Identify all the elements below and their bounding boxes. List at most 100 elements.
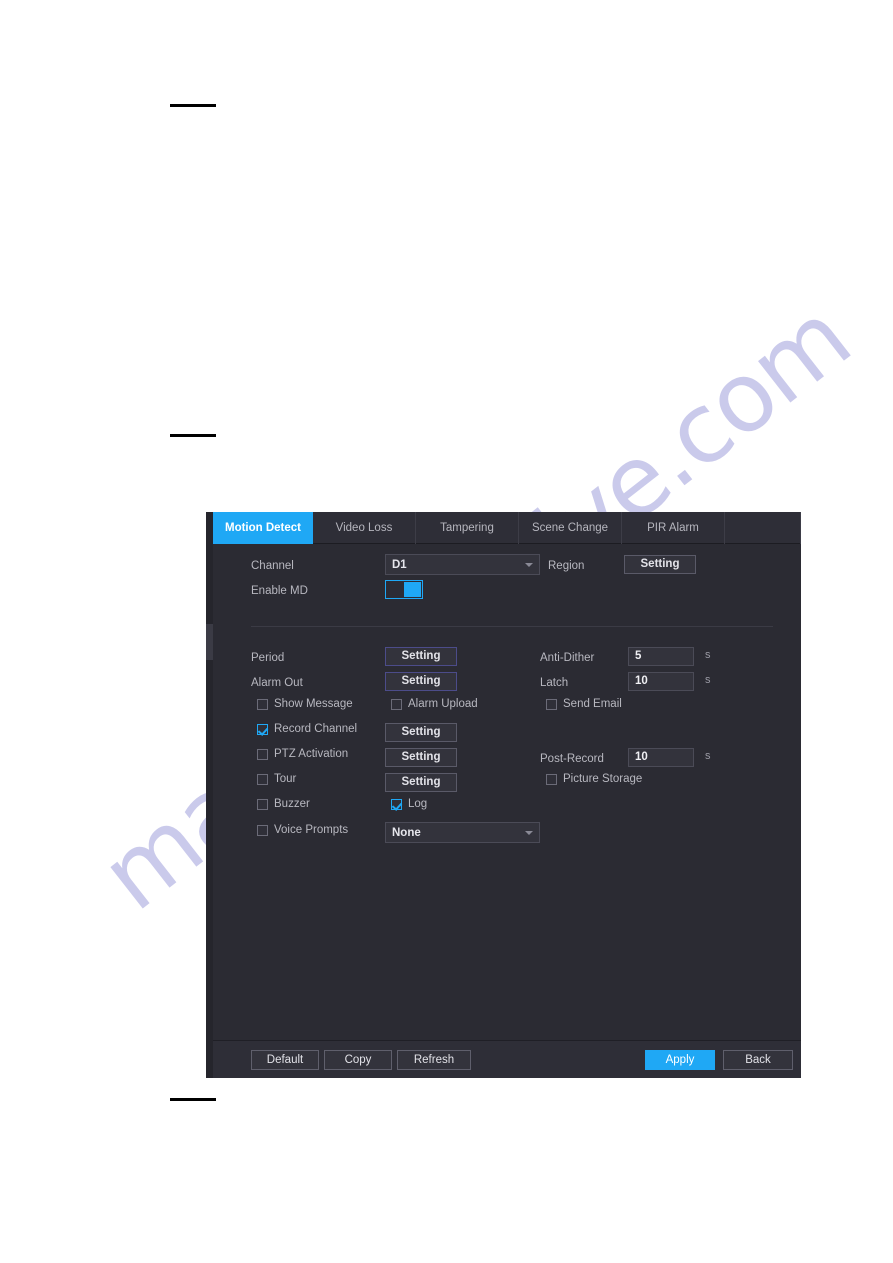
copy-button-label: Copy xyxy=(344,1054,372,1066)
refresh-button[interactable]: Refresh xyxy=(397,1050,471,1070)
anti-dither-unit: s xyxy=(705,649,711,661)
apply-button-label: Apply xyxy=(665,1054,695,1066)
record-channel-setting-label: Setting xyxy=(401,726,441,738)
anti-dither-label: Anti-Dither xyxy=(540,652,595,664)
region-setting-button[interactable]: Setting xyxy=(624,555,696,574)
checkbox-record-channel-label: Record Channel xyxy=(274,723,358,735)
section-divider xyxy=(251,626,773,627)
checkbox-box xyxy=(257,824,268,836)
checkbox-send-email[interactable]: Send Email xyxy=(546,698,622,710)
checkbox-picture-storage[interactable]: Picture Storage xyxy=(546,773,642,785)
post-record-value: 10 xyxy=(635,751,648,763)
checkbox-log[interactable]: Log xyxy=(391,798,427,810)
enable-md-row: Enable MD xyxy=(251,580,308,602)
sidebar-scroll-handle[interactable] xyxy=(206,624,213,660)
ptz-activation-setting-button[interactable]: Setting xyxy=(385,748,457,767)
alarm-out-setting-label: Setting xyxy=(401,675,441,687)
chevron-down-icon xyxy=(525,562,533,567)
anti-dither-input[interactable]: 5 xyxy=(628,647,694,666)
settings-panel: Channel D1 Region Setting Enable MD Peri… xyxy=(213,544,801,1040)
channel-select-value: D1 xyxy=(392,558,407,571)
period-setting-label: Setting xyxy=(401,650,441,662)
enable-md-label: Enable MD xyxy=(251,585,308,597)
checkbox-box xyxy=(257,698,268,710)
tab-motion-detect[interactable]: Motion Detect xyxy=(213,512,313,544)
latch-value: 10 xyxy=(635,675,648,687)
latch-row: Latch xyxy=(540,672,568,694)
period-label: Period xyxy=(251,652,285,664)
tab-tampering-label: Tampering xyxy=(440,522,494,534)
tab-scene-change[interactable]: Scene Change xyxy=(519,512,622,544)
voice-prompts-select[interactable]: None xyxy=(385,822,540,843)
alarm-out-setting-button[interactable]: Setting xyxy=(385,672,457,691)
period-setting-button[interactable]: Setting xyxy=(385,647,457,666)
region-row: Region xyxy=(548,555,584,577)
checkbox-record-channel[interactable]: Record Channel xyxy=(257,723,357,735)
tab-pir-alarm[interactable]: PIR Alarm xyxy=(622,512,725,544)
tab-bar-empty-slot xyxy=(725,512,801,544)
tab-scene-change-label: Scene Change xyxy=(531,522,609,534)
checkbox-tour[interactable]: Tour xyxy=(257,773,296,785)
chevron-down-icon xyxy=(525,830,533,835)
tour-setting-label: Setting xyxy=(401,776,441,788)
anti-dither-row: Anti-Dither xyxy=(540,647,594,669)
checkbox-voice-prompts[interactable]: Voice Prompts xyxy=(257,824,348,836)
back-button[interactable]: Back xyxy=(723,1050,793,1070)
record-channel-setting-button[interactable]: Setting xyxy=(385,723,457,742)
tab-video-loss-label: Video Loss xyxy=(335,522,393,534)
checkbox-voice-prompts-label: Voice Prompts xyxy=(274,824,349,836)
alarm-out-row: Alarm Out xyxy=(251,672,303,694)
post-record-unit: s xyxy=(705,750,711,762)
default-button-label: Default xyxy=(266,1054,304,1066)
default-button[interactable]: Default xyxy=(251,1050,319,1070)
copy-button[interactable]: Copy xyxy=(324,1050,392,1070)
redaction-rule-middle xyxy=(170,434,216,437)
tab-tampering[interactable]: Tampering xyxy=(416,512,519,544)
checkbox-alarm-upload-label: Alarm Upload xyxy=(408,698,478,710)
checkbox-alarm-upload[interactable]: Alarm Upload xyxy=(391,698,478,710)
region-label: Region xyxy=(548,560,585,572)
checkbox-show-message-label: Show Message xyxy=(274,698,353,710)
enable-md-toggle[interactable] xyxy=(385,580,423,599)
checkbox-box xyxy=(257,798,268,810)
region-setting-label: Setting xyxy=(640,558,680,570)
checkbox-box xyxy=(257,773,268,785)
back-button-label: Back xyxy=(745,1054,771,1066)
checkbox-ptz-activation[interactable]: PTZ Activation xyxy=(257,748,348,760)
channel-label: Channel xyxy=(251,560,294,572)
channel-row: Channel xyxy=(251,555,294,577)
checkbox-box xyxy=(391,698,402,710)
checkbox-show-message[interactable]: Show Message xyxy=(257,698,353,710)
checkbox-ptz-activation-label: PTZ Activation xyxy=(274,748,349,760)
refresh-button-label: Refresh xyxy=(413,1054,455,1066)
tour-setting-button[interactable]: Setting xyxy=(385,773,457,792)
dialog-footer: Default Copy Refresh Apply Back xyxy=(213,1040,801,1078)
apply-button[interactable]: Apply xyxy=(645,1050,715,1070)
checkbox-box xyxy=(391,798,402,810)
tab-bar: Motion Detect Video Loss Tampering Scene… xyxy=(213,512,801,544)
post-record-row: Post-Record xyxy=(540,748,604,770)
latch-unit: s xyxy=(705,674,711,686)
ptz-activation-setting-label: Setting xyxy=(401,751,441,763)
motion-detect-dialog: Motion Detect Video Loss Tampering Scene… xyxy=(206,512,801,1078)
anti-dither-value: 5 xyxy=(635,650,642,662)
tab-pir-alarm-label: PIR Alarm xyxy=(647,522,699,534)
post-record-input[interactable]: 10 xyxy=(628,748,694,767)
alarm-out-label: Alarm Out xyxy=(251,677,303,689)
checkbox-buzzer-label: Buzzer xyxy=(274,798,310,810)
redaction-rule-top xyxy=(170,104,216,107)
latch-label: Latch xyxy=(540,677,569,689)
checkbox-log-label: Log xyxy=(408,798,428,810)
voice-prompts-select-value: None xyxy=(392,826,421,839)
tab-video-loss[interactable]: Video Loss xyxy=(313,512,416,544)
latch-input[interactable]: 10 xyxy=(628,672,694,691)
tab-motion-detect-label: Motion Detect xyxy=(224,522,302,534)
checkbox-tour-label: Tour xyxy=(274,773,297,785)
redaction-rule-bottom xyxy=(170,1098,216,1101)
channel-select[interactable]: D1 xyxy=(385,554,540,575)
checkbox-send-email-label: Send Email xyxy=(563,698,622,710)
checkbox-box xyxy=(257,723,268,735)
checkbox-box xyxy=(546,698,557,710)
checkbox-buzzer[interactable]: Buzzer xyxy=(257,798,310,810)
checkbox-box xyxy=(546,773,557,785)
